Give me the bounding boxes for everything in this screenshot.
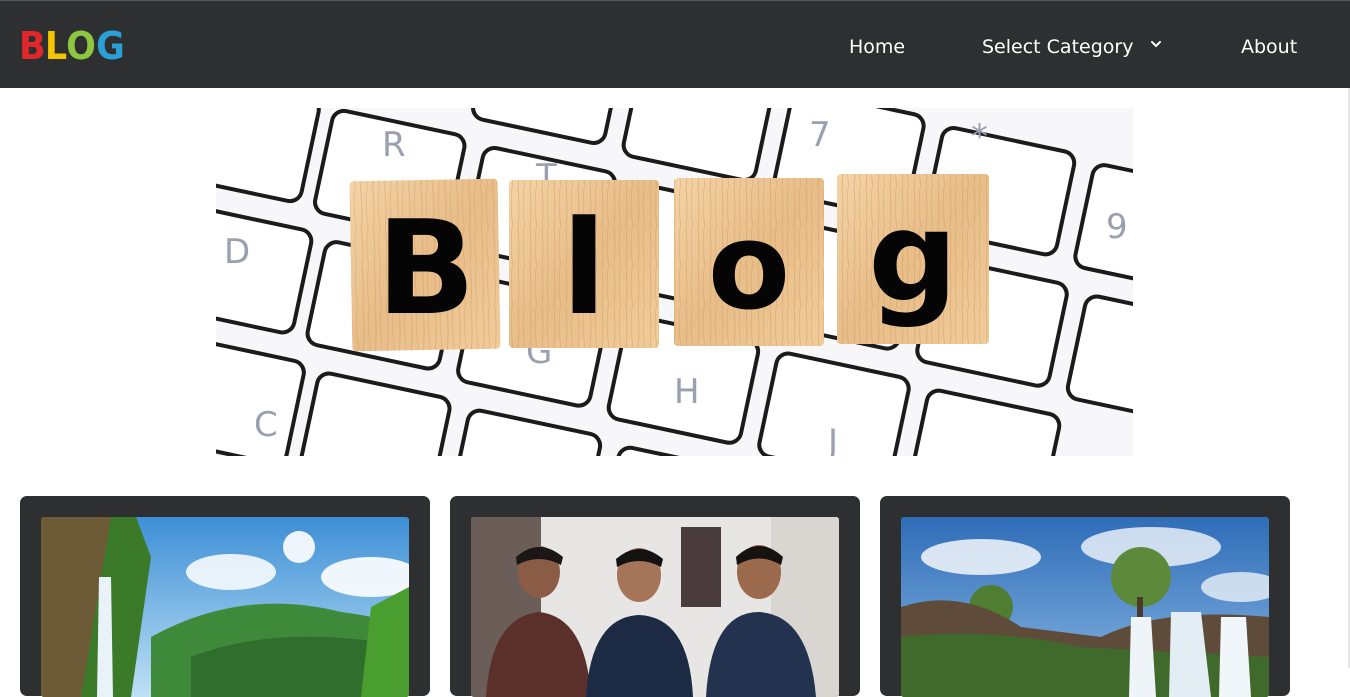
nav-home-link[interactable]: Home: [849, 35, 905, 59]
post-card-2[interactable]: [450, 496, 860, 696]
tile-letter-o: o: [708, 198, 790, 337]
post-card-1[interactable]: [20, 496, 430, 696]
key-legend-h: H: [674, 372, 700, 412]
post-card-3-image[interactable]: [901, 517, 1269, 697]
key-legend-7: 7: [809, 115, 831, 155]
logo-letter-o: O: [66, 27, 93, 65]
logo-letter-g: G: [96, 27, 122, 65]
tile-letter-l: l: [562, 192, 607, 344]
group-photo-image: [471, 517, 839, 697]
waterfall-landscape-image: [41, 517, 409, 697]
post-card-2-image[interactable]: [471, 517, 839, 697]
key-legend-j: J: [826, 422, 838, 456]
tile-letter-b: B: [376, 192, 475, 344]
key-legend-9: 9: [1106, 207, 1128, 247]
rocky-waterfall-image: [901, 517, 1269, 697]
post-card-1-image[interactable]: [41, 517, 409, 697]
key-legend-star: *: [971, 117, 988, 157]
logo-letter-l: L: [45, 27, 65, 65]
key-legend-d: D: [224, 232, 250, 272]
key-legend-r: R: [382, 125, 406, 165]
hero-banner-image: R 7 * D T 9 G H C J B l o g: [216, 108, 1133, 456]
tile-letter-g: g: [868, 185, 957, 330]
nav-about-link[interactable]: About: [1241, 35, 1297, 59]
brand-logo[interactable]: BLOG: [18, 27, 123, 65]
nav-select-category-dropdown[interactable]: Select Category: [982, 35, 1133, 59]
logo-letter-b: B: [19, 27, 43, 65]
chevron-down-icon[interactable]: [1149, 37, 1163, 51]
key-legend-c: C: [254, 405, 278, 445]
post-card-3[interactable]: [880, 496, 1290, 696]
keyboard-blog-illustration: R 7 * D T 9 G H C J B l o g: [216, 108, 1133, 456]
top-navbar: BLOG Home Select Category About: [0, 0, 1350, 88]
